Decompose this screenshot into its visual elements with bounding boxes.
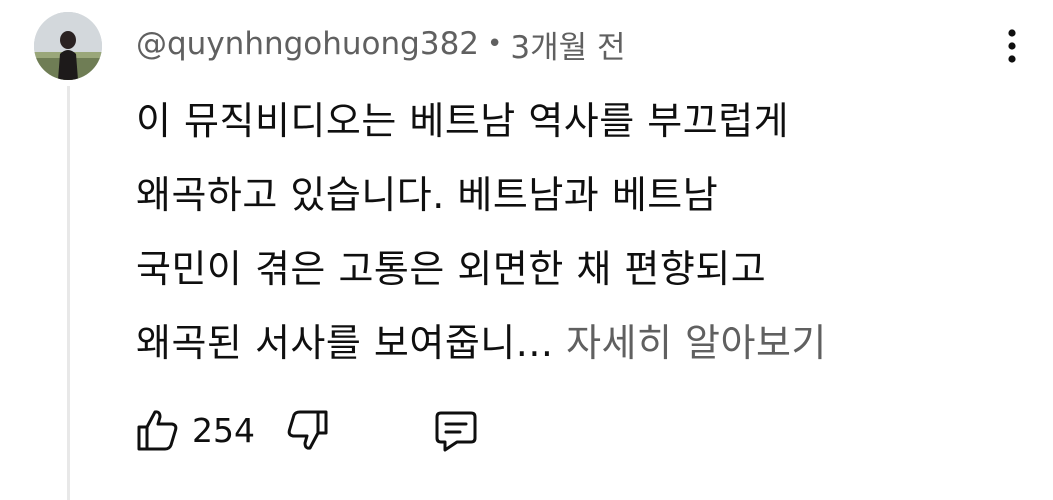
thumb-up-icon — [137, 410, 178, 451]
thumb-down-icon — [287, 410, 328, 450]
like-count: 254 — [192, 410, 255, 450]
read-more-link[interactable]: 자세히 알아보기 — [566, 321, 827, 365]
comment-text-line: 이 뮤직비디오는 베트남 역사를 부끄럽게 — [136, 99, 790, 143]
comment-time[interactable]: 3개월 전 — [510, 22, 625, 67]
comment-reply-icon — [435, 411, 477, 452]
avatar[interactable] — [34, 12, 102, 80]
comment-header: @quynhngohuong382 • 3개월 전 — [136, 20, 626, 68]
more-options-button[interactable] — [990, 26, 1034, 66]
more-vertical-icon — [1008, 29, 1016, 63]
like-button[interactable]: 254 — [136, 408, 255, 452]
comment-text-line-last: 왜곡된 서사를 보여줍니... 자세히 알아보기 — [136, 306, 1026, 380]
comment-actions: 254 — [136, 404, 479, 456]
avatar-image — [34, 12, 102, 80]
dislike-button[interactable] — [285, 408, 329, 452]
thread-line — [67, 86, 70, 500]
comment-text-line: 왜곡하고 있습니다. 베트남과 베트남 — [136, 173, 719, 217]
comment-text-line: 국민이 겪은 고통은 외면한 채 편향되고 — [136, 247, 767, 291]
separator-dot: • — [487, 29, 503, 59]
comment-text-truncated: 왜곡된 서사를 보여줍니... — [136, 321, 554, 365]
reply-button[interactable] — [433, 408, 479, 452]
comment-text: 이 뮤직비디오는 베트남 역사를 부끄럽게 왜곡하고 있습니다. 베트남과 베트… — [136, 84, 1026, 380]
author-handle[interactable]: @quynhngohuong382 — [136, 26, 479, 62]
